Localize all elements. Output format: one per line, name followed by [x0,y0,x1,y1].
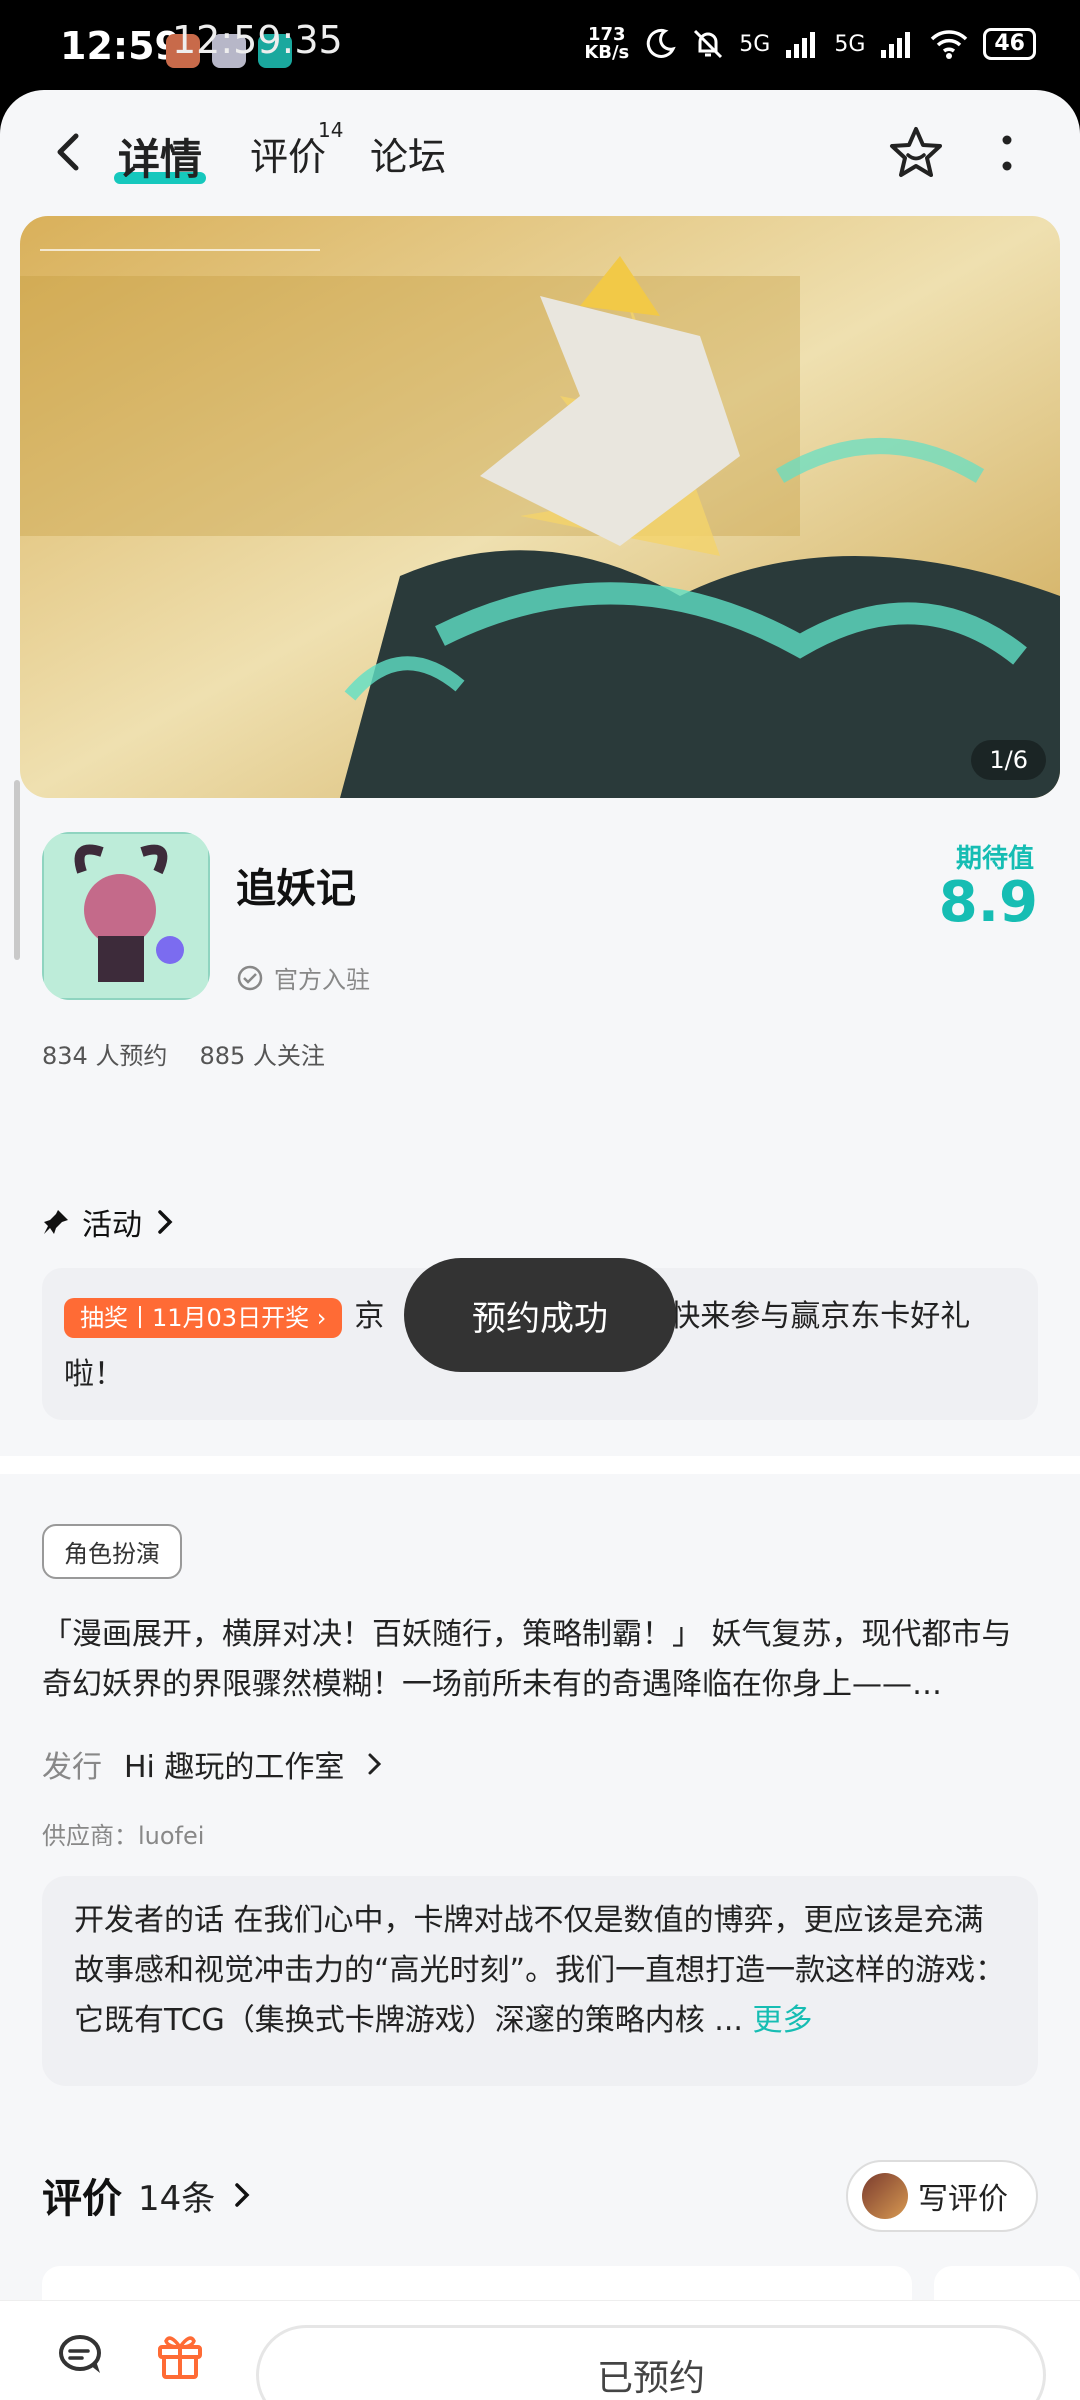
forum-chat-icon [59,2335,101,2373]
official-label: 官方入驻 [274,966,370,994]
follower-count: 885 人关注 [199,1042,325,1070]
user-avatar [862,2173,908,2219]
publisher-label: 发行 [42,1750,102,1785]
signal-icon [881,32,911,58]
carousel-counter: 1/6 [971,740,1046,780]
activity-text-start: 京 [354,1299,385,1334]
official-badge: 官方入驻 [236,960,370,995]
activity-nav-label: 活动 [140,2395,220,2400]
detail-sheet: 详情 评价 14 论坛 1/6 追妖记 官方入驻 期待值 8.9 834 人预约… [0,90,1080,2400]
game-icon [42,832,210,1000]
tab-reviews-count-badge: 14 [318,118,344,142]
gift-icon [158,2336,202,2379]
signal-label: 5G [834,31,866,57]
mute-bell-icon [694,29,723,59]
tab-forum[interactable]: 论坛 [370,126,446,181]
status-indicators: 173 KB/s 5G 5G 46 [584,26,1036,62]
network-speed: 173 KB/s [584,26,629,62]
signal-icon [786,32,816,58]
back-arrow-icon[interactable] [50,132,90,172]
reviews-count: 14条 [138,2178,216,2219]
lottery-tag-label: 抽奖丨11月03日开奖 [80,1303,310,1332]
overlay-clock: 12:59:35 [172,18,343,62]
status-bar: 12:59 12:59:35 173 KB/s 5G 5G 46 [0,0,1080,92]
forum-nav-button[interactable]: 论坛 [42,2329,122,2400]
battery-indicator: 46 [983,28,1036,60]
signal-label: 5G [739,31,771,57]
activity-section-header[interactable]: 活动 [42,1200,176,1244]
game-stats: 834 人预约 885 人关注 [42,1036,325,1071]
chevron-right-icon [235,2183,250,2207]
developer-note-card[interactable]: 开发者的话 在我们心中，卡牌对战不仅是数值的博弈，更应该是充满故事感和视觉冲击力… [42,1876,1038,2086]
tab-details[interactable]: 详情 [118,126,202,187]
bottom-action-bar: 论坛 活动 已预约 [0,2300,1080,2400]
developer-note-text: 开发者的话 在我们心中，卡牌对战不仅是数值的博弈，更应该是充满故事感和视觉冲击力… [74,1903,1006,2038]
supplier-info: 供应商：luofei [42,1822,205,1850]
reviews-header[interactable]: 评价 14条 [42,2166,253,2224]
game-title: 追妖记 [236,866,356,912]
activity-heading: 活动 [82,1208,142,1243]
pin-icon [44,1210,68,1234]
chevron-right-icon [368,1753,382,1775]
scrollbar[interactable] [14,780,20,960]
toast-message: 预约成功 [404,1258,676,1372]
more-link[interactable]: 更多 [752,2003,812,2038]
reservation-count: 834 人预约 [42,1042,168,1070]
publisher-row[interactable]: 发行 Hi 趣玩的工作室 [42,1742,384,1786]
write-review-button[interactable]: 写评价 [846,2160,1038,2232]
forum-nav-label: 论坛 [42,2395,122,2400]
reserved-button[interactable]: 已预约 [256,2325,1046,2400]
lottery-tag: 抽奖丨11月03日开奖 › [64,1297,343,1338]
network-speed-unit: KB/s [584,42,630,63]
favorite-star-icon[interactable] [886,124,946,184]
status-time: 12:59 [60,24,181,68]
banner-carousel[interactable]: 1/6 [20,216,1060,798]
rating-value: 8.9 [938,870,1038,935]
tab-reviews[interactable]: 评价 [250,126,326,181]
banner-artwork [20,216,1060,798]
reviews-title: 评价 [42,2176,122,2222]
more-options-icon[interactable] [992,132,1022,176]
section-divider [0,1456,1080,1474]
chevron-right-icon [158,1210,173,1234]
genre-tag[interactable]: 角色扮演 [42,1524,182,1579]
game-description[interactable]: 「漫画展开，横屏对决！百妖随行，策略制霸！」 妖气复苏，现代都市与奇幻妖界的界限… [42,1610,1038,1710]
write-review-label: 写评价 [918,2182,1008,2217]
verified-check-icon [237,965,263,990]
wifi-icon [931,30,968,59]
activity-nav-button[interactable]: 活动 [140,2329,220,2400]
publisher-name: Hi 趣玩的工作室 [124,1750,345,1785]
moon-icon [647,28,676,58]
top-nav: 详情 评价 14 论坛 [0,90,1080,210]
